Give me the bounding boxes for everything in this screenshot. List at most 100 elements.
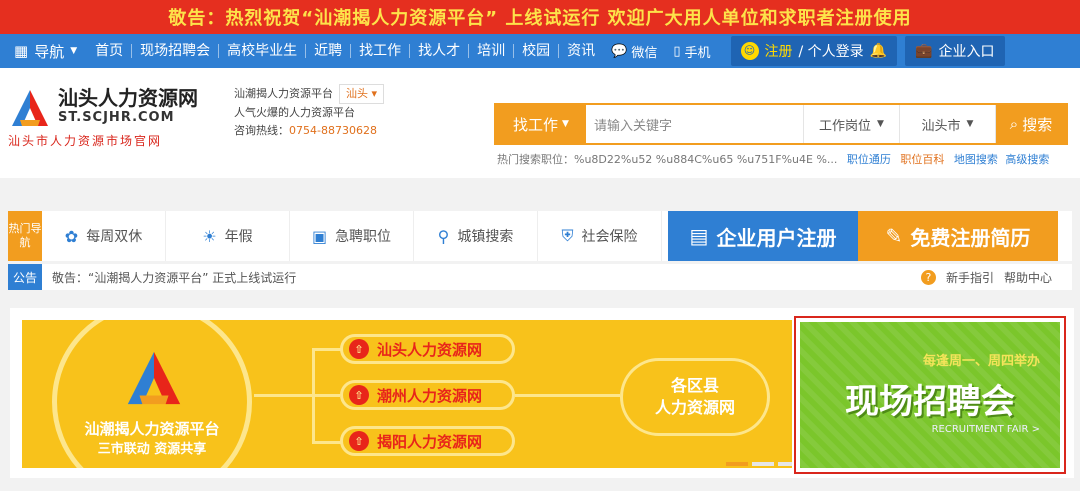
login-area[interactable]: ☺ 注册 / 个人登录 🔔: [730, 36, 898, 66]
mobile-link[interactable]: ▯ 手机: [665, 42, 718, 61]
link-job-wiki[interactable]: 职位百科: [900, 153, 944, 166]
search-type-tab[interactable]: 找工作 ▼: [496, 105, 586, 143]
carousel-dot[interactable]: [778, 462, 792, 466]
job-type-select[interactable]: 工作岗位 ▼: [804, 105, 900, 143]
briefcase-icon: ▣: [311, 226, 328, 246]
shield-icon: ⛨: [561, 226, 574, 245]
district-line2: 人力资源网: [654, 398, 735, 417]
nav-link-talent[interactable]: 找人才: [409, 44, 468, 58]
quick-annual-leave[interactable]: ☀ 年假: [166, 211, 290, 261]
carousel-dot[interactable]: [752, 462, 774, 466]
caret-down-icon: ▼: [966, 119, 974, 129]
wechat-icon: 💬: [611, 43, 628, 59]
location-icon: ⚲: [437, 226, 450, 246]
nav-link-fair[interactable]: 现场招聘会: [131, 44, 218, 58]
company-register-label: 企业用户注册: [716, 225, 837, 250]
logo-title: 汕头人力资源网: [58, 86, 198, 110]
help-center-link[interactable]: 帮助中心: [1004, 269, 1052, 286]
search-icon: ⌕: [1009, 115, 1019, 133]
connector-line: [254, 394, 340, 397]
site-jieyang[interactable]: ⇧ 揭阳人力资源网: [340, 426, 515, 456]
nav-link-graduates[interactable]: 高校毕业生: [218, 44, 305, 58]
nav-link-news[interactable]: 资讯: [558, 44, 603, 58]
wechat-link[interactable]: 💬 微信: [603, 42, 665, 61]
resume-register-label: 免费注册简历: [910, 225, 1031, 250]
hot-search-terms[interactable]: %u8D22%u52 %u884C%u65 %u751F%u4E %...: [574, 153, 837, 166]
site-logo[interactable]: 汕头人力资源网 ST.SCJHR.COM 汕头市人力资源市场官网: [8, 82, 218, 148]
hot-search-label: 热门搜索职位：: [497, 153, 574, 166]
enterprise-entry-button[interactable]: 💼 企业入口: [905, 36, 1005, 66]
quick-town-search[interactable]: ⚲ 城镇搜索: [414, 211, 538, 261]
recruitment-fair-banner[interactable]: 每逢周一、周四举办 现场招聘会 RECRUITMENT FAIR >: [794, 316, 1066, 474]
login-link[interactable]: / 个人登录: [799, 41, 864, 61]
resume-register-button[interactable]: ✎ 免费注册简历: [858, 211, 1058, 261]
logo-domain: ST.SCJHR.COM: [58, 110, 175, 125]
quick-insurance-label: 社会保险: [581, 229, 638, 245]
company-register-button[interactable]: ▤ 企业用户注册: [668, 211, 858, 261]
quick-urgent-jobs[interactable]: ▣ 急聘职位: [290, 211, 414, 261]
grid-icon: ▦: [14, 42, 29, 60]
connector-line: [312, 348, 342, 351]
site-shantou[interactable]: ⇧ 汕头人力资源网: [340, 334, 515, 364]
connector-line: [312, 348, 315, 444]
search-box: 找工作 ▼ 请输入关键字 工作岗位 ▼ 汕头市 ▼ ⌕ 搜索: [494, 103, 1068, 145]
nav-link-home[interactable]: 首页: [87, 44, 131, 58]
nav-link-recent[interactable]: 近聘: [305, 44, 350, 58]
site-chaozhou-label: 潮州人力资源网: [377, 386, 483, 405]
quick-weekend-label: 每周双休: [86, 229, 143, 245]
platform-info: 汕潮揭人力资源平台 汕头 ▾ 人气火爆的人力资源平台 咨询热线：0754-8873…: [234, 84, 385, 140]
search-button-label: 搜索: [1022, 115, 1053, 134]
quick-social-insurance[interactable]: ⛨ 社会保险: [538, 211, 662, 261]
nav-link-training[interactable]: 培训: [468, 44, 513, 58]
nav-menu-button[interactable]: ▦ 导航 ▼: [0, 41, 87, 62]
logo-subtitle: 汕头市人力资源市场官网: [8, 134, 163, 148]
nav-link-campus[interactable]: 校园: [513, 44, 558, 58]
district-sites[interactable]: 各区县 人力资源网: [620, 358, 770, 436]
connector-line: [515, 394, 620, 397]
phone-icon: ▯: [673, 43, 681, 59]
hotline-label: 咨询热线：: [234, 124, 289, 137]
search-button[interactable]: ⌕ 搜索: [996, 105, 1066, 143]
fair-schedule: 每逢周一、周四举办: [922, 354, 1040, 369]
hot-nav-label: 热门导航: [8, 211, 42, 261]
fair-english: RECRUITMENT FAIR >: [931, 424, 1040, 435]
mobile-label: 手机: [684, 45, 711, 61]
guide-link[interactable]: 新手指引: [946, 269, 994, 286]
nav-links: 首页 现场招聘会 高校毕业生 近聘 找工作 找人才 培训 校园 资讯: [87, 44, 603, 58]
job-type-label: 工作岗位: [819, 118, 872, 134]
carousel-dots: [726, 462, 792, 466]
site-chaozhou[interactable]: ⇧ 潮州人力资源网: [340, 380, 515, 410]
link-map-search[interactable]: 地图搜索: [954, 153, 998, 166]
top-nav: ▦ 导航 ▼ 首页 现场招聘会 高校毕业生 近聘 找工作 找人才 培训 校园 资…: [0, 34, 1080, 68]
quick-weekend[interactable]: ✿ 每周双休: [42, 211, 166, 261]
link-advanced-search[interactable]: 高级搜索: [1005, 153, 1049, 166]
nav-menu-label: 导航: [34, 42, 65, 61]
platform-banner[interactable]: 汕潮揭人力资源平台 三市联动 资源共享 ⇧ 汕头人力资源网 ⇧ 潮州人力资源网 ⇧ 揭…: [22, 320, 792, 468]
chevron-down-icon: ▼: [70, 46, 78, 56]
carousel-dot[interactable]: [726, 462, 748, 466]
caret-down-icon: ▼: [562, 119, 569, 129]
notice-text[interactable]: 敬告：“汕潮揭人力资源平台” 正式上线试运行: [42, 269, 296, 286]
city-label: 汕头: [346, 87, 368, 100]
link-job-history[interactable]: 职位通历: [847, 153, 891, 166]
search-input[interactable]: 请输入关键字: [586, 105, 804, 143]
quick-leave-label: 年假: [224, 229, 253, 245]
edit-icon: ✎: [885, 224, 903, 248]
platform-circle-sub: 三市联动 资源共享: [97, 442, 207, 457]
site-shantou-label: 汕头人力资源网: [377, 340, 483, 359]
city-select[interactable]: 汕头 ▾: [339, 84, 385, 104]
help-links: ? 新手指引 帮助中心: [920, 269, 1072, 286]
district-line1: 各区县: [670, 376, 719, 395]
city-filter-select[interactable]: 汕头市 ▼: [900, 105, 996, 143]
quick-town-label: 城镇搜索: [457, 229, 514, 245]
notice-label: 公告: [8, 264, 42, 290]
register-link[interactable]: 注册: [765, 41, 793, 61]
nav-link-jobs[interactable]: 找工作: [350, 44, 409, 58]
briefcase-icon: 💼: [915, 43, 933, 59]
fair-banner-inner: 每逢周一、周四举办 现场招聘会 RECRUITMENT FAIR >: [800, 322, 1060, 468]
bell-icon[interactable]: 🔔: [870, 43, 887, 59]
city-filter-label: 汕头市: [921, 118, 961, 134]
logo-icon: [12, 90, 48, 126]
platform-name: 汕潮揭人力资源平台: [234, 87, 333, 100]
wechat-label: 微信: [631, 45, 658, 61]
